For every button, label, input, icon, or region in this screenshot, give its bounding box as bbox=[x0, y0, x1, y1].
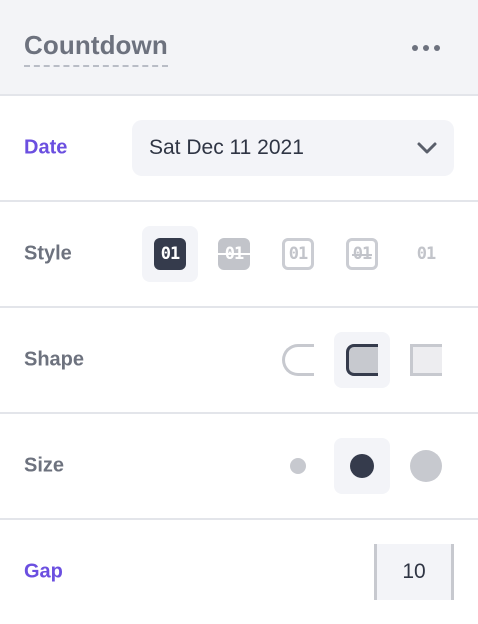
size-small-icon bbox=[290, 458, 306, 474]
shape-row: Shape bbox=[0, 308, 478, 414]
date-select[interactable]: Sat Dec 11 2021 bbox=[132, 120, 454, 176]
style-option-outline[interactable]: 01 bbox=[270, 226, 326, 282]
gap-row: Gap 10 bbox=[0, 520, 478, 624]
style-split-tile: 01 bbox=[218, 238, 250, 270]
gap-input[interactable]: 10 bbox=[374, 544, 454, 600]
style-option-split[interactable]: 01 bbox=[206, 226, 262, 282]
date-row: Date Sat Dec 11 2021 bbox=[0, 96, 478, 202]
size-option-medium[interactable] bbox=[334, 438, 390, 494]
shape-option-square[interactable] bbox=[398, 332, 454, 388]
style-option-solid[interactable]: 01 bbox=[142, 226, 198, 282]
shape-label: Shape bbox=[24, 348, 85, 371]
shape-rounded-icon bbox=[346, 344, 378, 376]
shape-option-round[interactable] bbox=[270, 332, 326, 388]
more-options-icon-dot bbox=[423, 45, 429, 51]
style-option-outline-split[interactable]: 01 bbox=[334, 226, 390, 282]
shape-round-icon bbox=[282, 344, 314, 376]
style-split-text: 01 bbox=[224, 243, 245, 264]
style-label: Style bbox=[24, 242, 72, 265]
gap-label: Gap bbox=[24, 560, 63, 583]
size-option-large[interactable] bbox=[398, 438, 454, 494]
more-options-button[interactable] bbox=[404, 32, 448, 64]
size-large-icon bbox=[410, 450, 442, 482]
style-row: Style 01 01 01 01 01 bbox=[0, 202, 478, 308]
shape-option-rounded[interactable] bbox=[334, 332, 390, 388]
style-outline-tile: 01 bbox=[282, 238, 314, 270]
style-plain-tile: 01 bbox=[410, 238, 442, 270]
panel-title[interactable]: Countdown bbox=[24, 30, 168, 67]
size-row: Size bbox=[0, 414, 478, 520]
size-label: Size bbox=[24, 454, 65, 477]
shape-square-icon bbox=[410, 344, 442, 376]
chevron-down-icon bbox=[417, 142, 437, 154]
style-plain-text: 01 bbox=[416, 243, 437, 264]
style-outline-split-tile: 01 bbox=[346, 238, 378, 270]
style-option-plain[interactable]: 01 bbox=[398, 226, 454, 282]
more-options-icon bbox=[412, 45, 418, 51]
style-solid-tile: 01 bbox=[154, 238, 186, 270]
size-medium-icon bbox=[350, 454, 374, 478]
panel-header: Countdown bbox=[0, 0, 478, 96]
date-value: Sat Dec 11 2021 bbox=[149, 136, 304, 159]
style-outline-split-text: 01 bbox=[352, 243, 373, 264]
size-option-small[interactable] bbox=[270, 438, 326, 494]
date-label: Date bbox=[24, 136, 68, 159]
style-solid-text: 01 bbox=[160, 243, 181, 264]
countdown-settings-panel: Countdown Date Sat Dec 11 2021 Style 01 … bbox=[0, 0, 478, 624]
style-outline-text: 01 bbox=[288, 243, 309, 264]
more-options-icon-dot bbox=[434, 45, 440, 51]
